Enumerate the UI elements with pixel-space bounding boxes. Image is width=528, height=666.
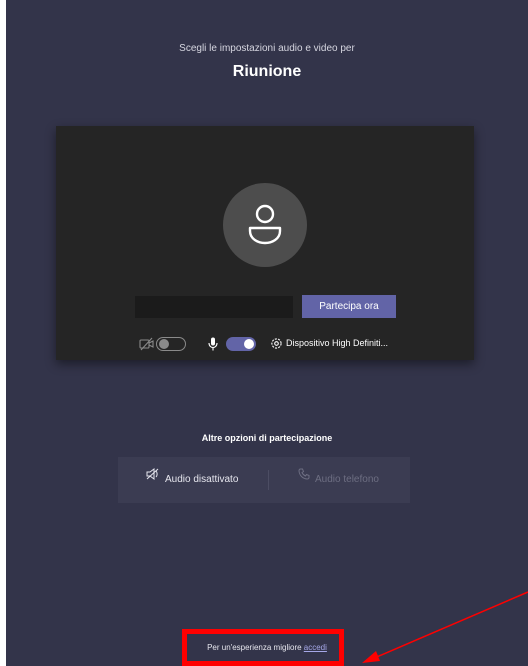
annotation-arrow xyxy=(362,591,528,663)
